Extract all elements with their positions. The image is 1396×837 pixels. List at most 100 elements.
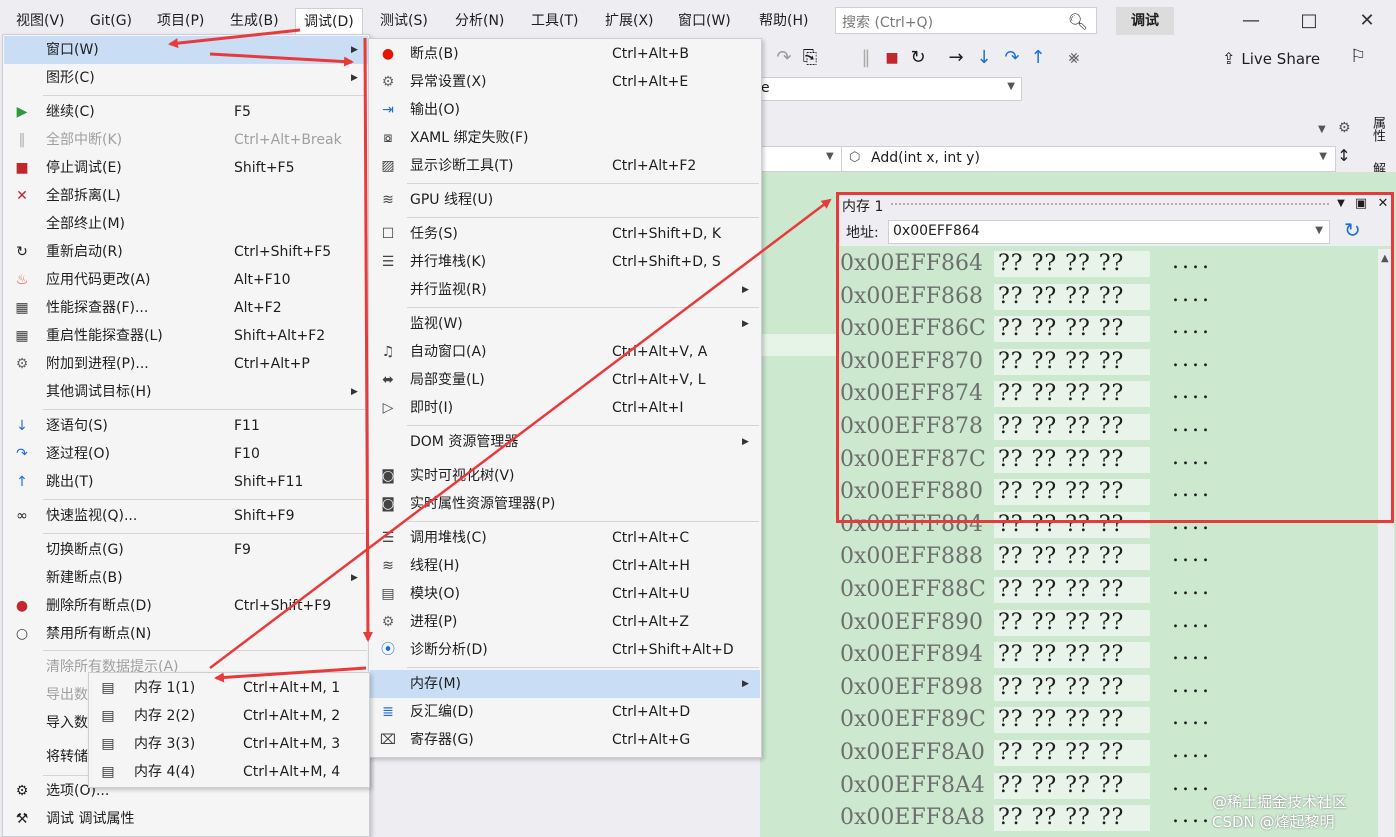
pause-icon[interactable]: ‖ <box>854 46 878 70</box>
gear-icon[interactable]: ⚙ <box>1338 120 1351 136</box>
menu-debug[interactable]: 调试(D) <box>295 8 363 36</box>
memory-menu-item[interactable]: ▤ 内存 1(1) Ctrl+Alt+M, 1 <box>90 674 368 702</box>
memory-row[interactable]: 0x00EFF870 ?? ?? ?? ??.... <box>838 347 1378 380</box>
window-menu-item[interactable]: ● 断点(B) Ctrl+Alt+B <box>370 40 760 68</box>
window-menu-item[interactable]: 监视(W) ▶ <box>370 310 760 338</box>
memory-row[interactable]: 0x00EFF888 ?? ?? ?? ??.... <box>838 542 1378 575</box>
memory-row[interactable]: 0x00EFF884 ?? ?? ?? ??.... <box>838 510 1378 543</box>
window-menu-item[interactable]: ▷ 即时(I) Ctrl+Alt+I <box>370 394 760 422</box>
debug-menu-item[interactable]: 其他调试目标(H) ▶ <box>4 378 368 406</box>
window-menu-item[interactable]: ⚙ 进程(P) Ctrl+Alt+Z <box>370 608 760 636</box>
search-icon[interactable]: 🔍︎ <box>1068 12 1088 31</box>
window-position-icon[interactable]: ▼ <box>1332 194 1350 214</box>
window-menu-item[interactable]: ▤ 模块(O) Ctrl+Alt+U <box>370 580 760 608</box>
window-menu-item[interactable]: 并行监视(R) ▶ <box>370 276 760 304</box>
debug-menu-item[interactable]: ♨ 应用代码更改(A) Alt+F10 <box>4 266 368 294</box>
menu-tools[interactable]: 工具(T) <box>523 8 586 34</box>
menu-build[interactable]: 生成(B) <box>222 8 287 34</box>
stop-icon[interactable]: ■ <box>880 46 904 70</box>
debug-menu-item[interactable]: ↓ 逐语句(S) F11 <box>4 412 368 440</box>
step-out-icon[interactable]: ↑ <box>1026 46 1050 70</box>
debug-menu-item[interactable]: ● 删除所有断点(D) Ctrl+Shift+F9 <box>4 592 368 620</box>
debug-menu-item[interactable]: 新建断点(B) ▶ <box>4 564 368 592</box>
chevron-down-icon[interactable]: ▼ <box>1315 225 1323 236</box>
memory-row[interactable]: 0x00EFF898 ?? ?? ?? ??.... <box>838 673 1378 706</box>
menu-help[interactable]: 帮助(H) <box>751 8 816 34</box>
menu-view[interactable]: 视图(V) <box>8 8 73 34</box>
memory-menu-item[interactable]: ▤ 内存 4(4) Ctrl+Alt+M, 4 <box>90 758 368 786</box>
window-menu-item[interactable]: ≋ 线程(H) Ctrl+Alt+H <box>370 552 760 580</box>
startup-item-combo[interactable]: e ▼ <box>760 77 1022 101</box>
memory-row[interactable]: 0x00EFF8A0 ?? ?? ?? ??.... <box>838 738 1378 771</box>
menu-extensions[interactable]: 扩展(X) <box>597 8 662 34</box>
menu-analyze[interactable]: 分析(N) <box>447 8 512 34</box>
memory-row[interactable]: 0x00EFF86C ?? ?? ?? ??.... <box>838 314 1378 347</box>
chevron-down-icon[interactable]: ▼ <box>1319 151 1327 162</box>
maximize-icon[interactable]: □ <box>1294 8 1324 34</box>
close-icon[interactable]: ✕ <box>1352 8 1382 34</box>
debug-menu-item[interactable]: ⚙ 附加到进程(P)... Ctrl+Alt+P <box>4 350 368 378</box>
window-menu-item[interactable]: ⚙ 异常设置(X) Ctrl+Alt+E <box>370 68 760 96</box>
window-menu-item[interactable]: 内存(M) ▶ <box>370 670 760 698</box>
window-menu-item[interactable]: DOM 资源管理器 ▶ <box>370 428 760 456</box>
window-menu-item[interactable]: ⌧ 寄存器(G) Ctrl+Alt+G <box>370 726 760 754</box>
window-menu-item[interactable]: ⧇ XAML 绑定失败(F) <box>370 124 760 152</box>
tab-properties[interactable]: 属性 <box>1368 116 1387 142</box>
window-menu-item[interactable]: ⦿ 诊断分析(D) Ctrl+Shift+Alt+D <box>370 636 760 664</box>
memory-window-titlebar[interactable]: 内存 1 ▼ ▣ ✕ <box>838 194 1394 216</box>
window-menu-item[interactable]: ⇥ 输出(O) <box>370 96 760 124</box>
window-menu-item[interactable]: ☰ 调用堆栈(C) Ctrl+Alt+C <box>370 524 760 552</box>
minimize-icon[interactable]: — <box>1236 8 1266 34</box>
menu-git[interactable]: Git(G) <box>82 8 140 34</box>
restart-icon[interactable]: ↻ <box>906 46 930 70</box>
window-menu-item[interactable]: ▨ 显示诊断工具(T) Ctrl+Alt+F2 <box>370 152 760 180</box>
window-menu-item[interactable]: ☐ 任务(S) Ctrl+Shift+D, K <box>370 220 760 248</box>
debug-menu-item[interactable]: ■ 停止调试(E) Shift+F5 <box>4 154 368 182</box>
window-menu-item[interactable]: ◙ 实时可视化树(V) <box>370 462 760 490</box>
memory-row[interactable]: 0x00EFF874 ?? ?? ?? ??.... <box>838 379 1378 412</box>
window-menu-item[interactable]: ⬌ 局部变量(L) Ctrl+Alt+V, L <box>370 366 760 394</box>
debug-menu-item[interactable]: 全部终止(M) <box>4 210 368 238</box>
close-icon[interactable]: ✕ <box>1374 194 1392 214</box>
debug-menu-item[interactable]: 图形(C) ▶ <box>4 64 368 92</box>
debug-menu-item[interactable]: ▦ 重启性能探查器(L) Shift+Alt+F2 <box>4 322 368 350</box>
memory-row[interactable]: 0x00EFF880 ?? ?? ?? ??.... <box>838 477 1378 510</box>
debug-menu-item[interactable]: ▦ 性能探查器(F)... Alt+F2 <box>4 294 368 322</box>
memory-row[interactable]: 0x00EFF890 ?? ?? ?? ??.... <box>838 608 1378 641</box>
feedback-icon[interactable]: ⚐ <box>1350 46 1366 67</box>
debug-menu-item[interactable]: 切换断点(G) F9 <box>4 536 368 564</box>
debug-menu-item[interactable]: ‖ 全部中断(K) Ctrl+Alt+Break <box>4 126 368 154</box>
search-input[interactable]: 搜索 (Ctrl+Q) 🔍︎ <box>835 7 1097 34</box>
debug-menu-item[interactable]: ∞ 快速监视(Q)... Shift+F9 <box>4 502 368 530</box>
window-menu-item[interactable]: ◙ 实时属性资源管理器(P) <box>370 490 760 518</box>
window-menu-item[interactable]: ≣ 反汇编(D) Ctrl+Alt+D <box>370 698 760 726</box>
memory-row[interactable]: 0x00EFF868 ?? ?? ?? ??.... <box>838 282 1378 315</box>
debug-menu-item[interactable]: ↷ 逐过程(O) F10 <box>4 440 368 468</box>
drag-grip[interactable] <box>890 202 1330 207</box>
memory-row[interactable]: 0x00EFF89C ?? ?? ?? ??.... <box>838 705 1378 738</box>
window-menu-item[interactable]: ♫ 自动窗口(A) Ctrl+Alt+V, A <box>370 338 760 366</box>
step-into-icon[interactable]: ↓ <box>972 46 996 70</box>
show-next-statement-icon[interactable]: ↷ <box>772 46 796 70</box>
split-editor-icon[interactable]: ↕ <box>1334 146 1354 172</box>
debug-menu-item[interactable]: ↑ 跳出(T) Shift+F11 <box>4 468 368 496</box>
memory-row[interactable]: 0x00EFF864 ?? ?? ?? ??.... <box>838 249 1378 282</box>
debug-menu-item[interactable]: ⚒ 调试 调试属性 <box>4 805 368 833</box>
address-input[interactable]: 0x00EFF864 ▼ <box>888 220 1330 244</box>
chevron-down-icon[interactable]: ▼ <box>826 151 834 162</box>
memory-menu-item[interactable]: ▤ 内存 3(3) Ctrl+Alt+M, 3 <box>90 730 368 758</box>
hex-display-icon[interactable]: ⨳ <box>1062 46 1086 70</box>
member-dropdown[interactable]: Add(int x, int y) <box>871 150 980 166</box>
menu-window[interactable]: 窗口(W) <box>670 8 739 34</box>
maximize-icon[interactable]: ▣ <box>1352 194 1370 214</box>
debug-menu-item[interactable]: ↻ 重新启动(R) Ctrl+Shift+F5 <box>4 238 368 266</box>
step-over-icon[interactable]: ↷ <box>1000 46 1024 70</box>
hot-reload-toolbar-icon[interactable]: ⎘ <box>798 46 822 70</box>
memory-row[interactable]: 0x00EFF87C ?? ?? ?? ??.... <box>838 445 1378 478</box>
memory-row[interactable]: 0x00EFF878 ?? ?? ?? ??.... <box>838 412 1378 445</box>
debug-menu-item[interactable]: ▶ 继续(C) F5 <box>4 98 368 126</box>
vertical-scrollbar[interactable]: ▲ <box>1378 249 1394 837</box>
refresh-icon[interactable]: ↻ <box>1344 218 1361 242</box>
show-next-icon[interactable]: → <box>944 46 968 70</box>
chevron-down-icon[interactable]: ▼ <box>1318 124 1326 135</box>
